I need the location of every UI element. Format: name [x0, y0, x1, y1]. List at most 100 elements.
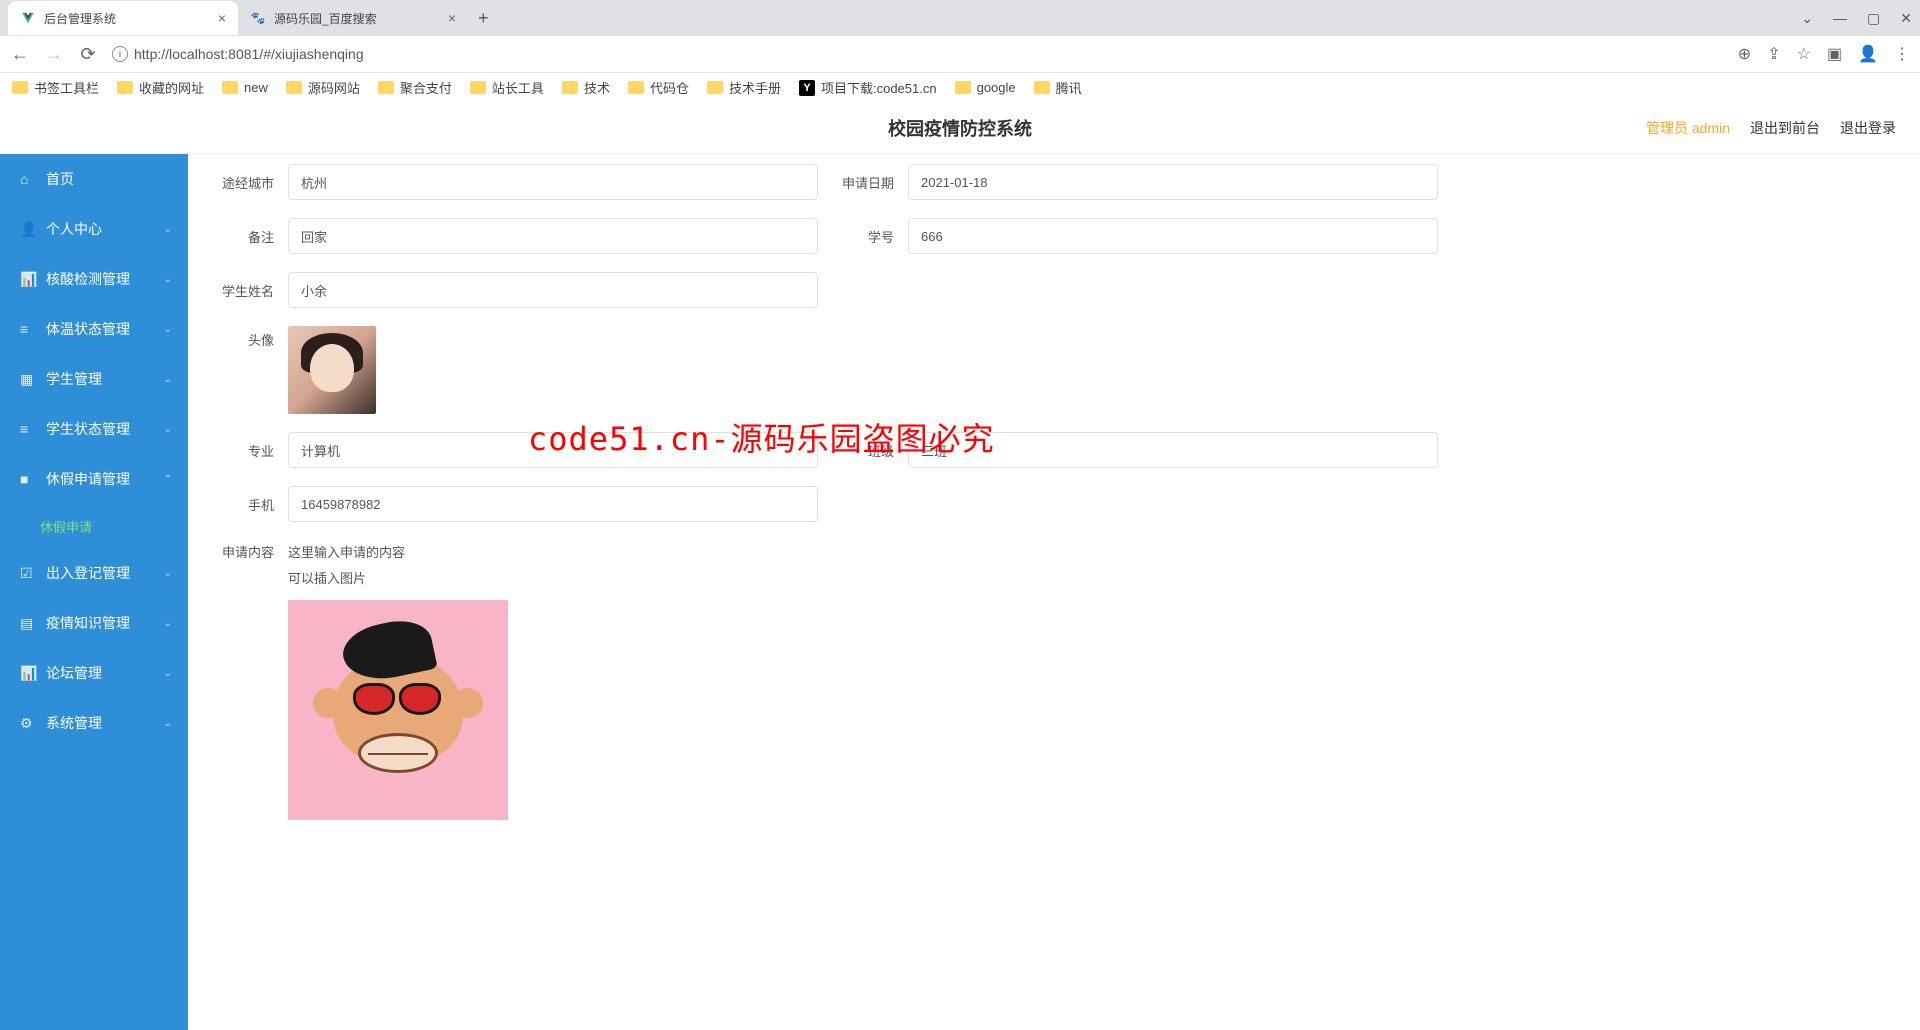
sidebar-item[interactable]: ≡体温状态管理⌄ [0, 304, 188, 354]
tab-title: 后台管理系统 [44, 10, 116, 27]
chevron-icon: ⌄ [164, 568, 172, 579]
profile-icon[interactable]: 👤 [1858, 44, 1878, 64]
label-city: 途经城市 [208, 173, 288, 192]
sidebar-item[interactable]: ▤疫情知识管理⌄ [0, 598, 188, 648]
chevron-icon: ⌄ [164, 718, 172, 729]
vue-icon [20, 10, 36, 26]
baidu-icon: 🐾 [250, 10, 266, 26]
sidebar-item[interactable]: ⌂首页 [0, 154, 188, 204]
folder-icon [1034, 81, 1050, 94]
bookmark-item[interactable]: 技术 [562, 78, 610, 97]
bookmark-label: 收藏的网址 [139, 78, 204, 97]
sidebar-item[interactable]: ≡学生状态管理⌄ [0, 404, 188, 454]
bookmark-item[interactable]: Y项目下载:code51.cn [799, 78, 937, 97]
sidebar-subitem[interactable]: 休假申请 [0, 504, 188, 548]
bookmark-label: 书签工具栏 [34, 78, 99, 97]
sidebar-item[interactable]: ☑出入登记管理⌄ [0, 548, 188, 598]
sidebar-item[interactable]: ▦学生管理⌄ [0, 354, 188, 404]
bookmark-item[interactable]: 书签工具栏 [12, 78, 99, 97]
bookmark-item[interactable]: new [222, 80, 268, 95]
bookmark-label: 聚合支付 [400, 78, 452, 97]
close-icon[interactable]: × [218, 10, 226, 26]
forward-button[interactable]: → [44, 44, 64, 65]
bookmark-item[interactable]: 聚合支付 [378, 78, 452, 97]
chevron-icon: ⌄ [164, 274, 172, 285]
sidebar-label: 学生管理 [46, 369, 102, 389]
major-input[interactable] [288, 432, 818, 468]
folder-icon [562, 81, 578, 94]
date-input[interactable] [908, 164, 1438, 200]
close-window-icon[interactable]: ✕ [1900, 10, 1912, 27]
folder-icon [378, 81, 394, 94]
label-date: 申请日期 [828, 173, 908, 192]
sidebar-item[interactable]: 👤个人中心⌄ [0, 204, 188, 254]
bookmark-label: 项目下载:code51.cn [821, 78, 937, 97]
bookmark-label: 技术手册 [729, 78, 781, 97]
sidebar-item[interactable]: ■休假申请管理⌃ [0, 454, 188, 504]
folder-icon [955, 81, 971, 94]
sidebar-icon: ⚙ [20, 715, 36, 732]
admin-link[interactable]: 管理员 admin [1646, 118, 1730, 138]
folder-icon [470, 81, 486, 94]
sidebar-label: 体温状态管理 [46, 319, 130, 339]
folder-icon [707, 81, 723, 94]
window-controls: ⌄ — ▢ ✕ [1801, 10, 1912, 27]
sidebar-icon: 📊 [20, 271, 36, 288]
bookmark-item[interactable]: 站长工具 [470, 78, 544, 97]
browser-tab[interactable]: 🐾 源码乐园_百度搜索 × [238, 1, 468, 35]
bookmarks-bar: 书签工具栏 收藏的网址 new 源码网站 聚合支付 站长工具技术代码仓 技术手册 Y项目下载:… [0, 72, 1920, 102]
bookmark-label: new [244, 80, 268, 95]
maximize-icon[interactable]: ▢ [1867, 10, 1880, 27]
star-icon[interactable]: ☆ [1797, 44, 1811, 64]
sidebar-item[interactable]: 📊论坛管理⌄ [0, 648, 188, 698]
sidebar-icon: ■ [20, 471, 36, 487]
sidebar-icon: 👤 [20, 221, 36, 238]
menu-icon[interactable]: ⋮ [1894, 44, 1910, 64]
folder-icon [286, 81, 302, 94]
chevron-icon: ⌄ [164, 668, 172, 679]
bookmark-item[interactable]: 代码仓 [628, 78, 689, 97]
back-button[interactable]: ← [10, 44, 30, 65]
name-input[interactable] [288, 272, 818, 308]
class-input[interactable] [908, 432, 1438, 468]
info-icon[interactable]: i [112, 46, 128, 62]
sidebar-icon: 📊 [20, 665, 36, 682]
bookmark-label: google [977, 80, 1016, 95]
label-major: 专业 [208, 441, 288, 460]
share-icon[interactable]: ⇪ [1767, 44, 1780, 64]
bookmark-item[interactable]: google [955, 80, 1016, 95]
avatar-image[interactable] [288, 326, 376, 414]
label-phone: 手机 [208, 495, 288, 514]
bookmark-item[interactable]: 腾讯 [1034, 78, 1082, 97]
logout-link[interactable]: 退出登录 [1840, 118, 1896, 138]
sidebar-item[interactable]: 📊核酸检测管理⌄ [0, 254, 188, 304]
extensions-icon[interactable]: ▣ [1827, 44, 1842, 64]
minimize-icon[interactable]: — [1833, 10, 1847, 26]
reload-button[interactable]: ⟳ [78, 44, 98, 65]
bookmark-item[interactable]: 技术手册 [707, 78, 781, 97]
label-avatar: 头像 [208, 326, 288, 349]
sidebar: ⌂首页👤个人中心⌄📊核酸检测管理⌄≡体温状态管理⌄▦学生管理⌄≡学生状态管理⌄■… [0, 154, 188, 1030]
url-input[interactable]: i http://localhost:8081/#/xiujiashenqing [112, 46, 1724, 62]
browser-tab[interactable]: 后台管理系统 × [8, 1, 238, 35]
app-header: 校园疫情防控系统 管理员 admin 退出到前台 退出登录 [0, 102, 1920, 154]
sidebar-item[interactable]: ⚙系统管理⌄ [0, 698, 188, 748]
close-icon[interactable]: × [448, 10, 456, 26]
sidebar-icon: ▤ [20, 615, 36, 632]
bookmark-item[interactable]: 源码网站 [286, 78, 360, 97]
sid-input[interactable] [908, 218, 1438, 254]
city-input[interactable] [288, 164, 818, 200]
label-content: 申请内容 [208, 540, 288, 561]
exit-to-front-link[interactable]: 退出到前台 [1750, 118, 1820, 138]
remark-input[interactable] [288, 218, 818, 254]
search-icon[interactable]: ⊕ [1738, 44, 1751, 64]
folder-icon [628, 81, 644, 94]
bookmark-item[interactable]: 收藏的网址 [117, 78, 204, 97]
new-tab-button[interactable]: + [468, 8, 499, 29]
tab-title: 源码乐园_百度搜索 [274, 10, 377, 27]
bookmark-label: 站长工具 [492, 78, 544, 97]
chevron-icon: ⌄ [164, 324, 172, 335]
phone-input[interactable] [288, 486, 818, 522]
tabs-dropdown-icon[interactable]: ⌄ [1801, 10, 1813, 27]
sidebar-icon: ☑ [20, 565, 36, 582]
